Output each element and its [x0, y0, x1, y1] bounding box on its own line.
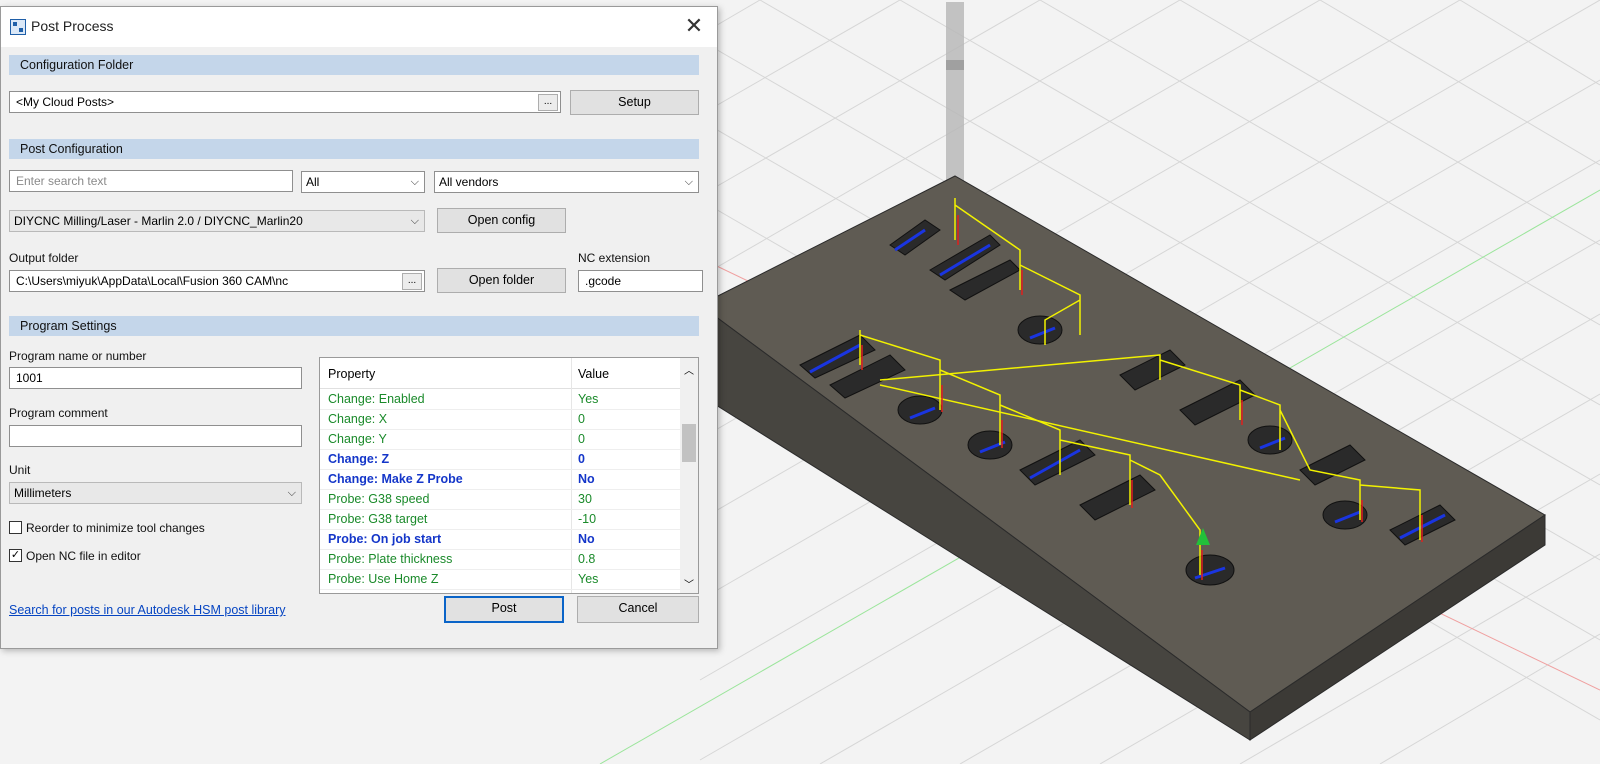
config-folder-browse-button[interactable]: ... [538, 94, 558, 111]
property-row[interactable]: Change: X 0 [320, 409, 680, 430]
nc-extension-field[interactable]: .gcode [578, 270, 703, 292]
app-icon [10, 19, 26, 35]
vendor-value: All vendors [439, 175, 499, 189]
program-settings-header: Program Settings [9, 316, 699, 336]
reorder-label: Reorder to minimize tool changes [26, 521, 205, 535]
scroll-thumb[interactable] [682, 424, 696, 462]
tool-shank [946, 2, 964, 187]
property-name: Probe: G38 speed [328, 492, 430, 506]
title-bar: Post Process ✕ [1, 7, 717, 47]
config-folder-field[interactable]: <My Cloud Posts> [9, 91, 561, 113]
program-name-field[interactable]: 1001 [9, 367, 302, 389]
scroll-down-icon[interactable]: ﹀ [680, 576, 698, 591]
chevron-down-icon: ⌵ [410, 176, 419, 188]
open-config-button[interactable]: Open config [437, 208, 566, 233]
open-folder-button[interactable]: Open folder [437, 268, 566, 293]
property-row[interactable]: Change: Make Z Probe No [320, 469, 680, 490]
property-name: Probe: Use Home Z [328, 572, 439, 586]
close-icon[interactable]: ✕ [679, 13, 709, 41]
property-value[interactable]: 0 [578, 432, 585, 446]
property-name: Probe: Plate thickness [328, 552, 453, 566]
chevron-down-icon: ⌵ [684, 176, 693, 188]
unit-select[interactable]: Millimeters ⌵ [9, 482, 302, 504]
reorder-checkbox[interactable] [9, 521, 22, 534]
post-library-link[interactable]: Search for posts in our Autodesk HSM pos… [9, 603, 286, 617]
property-value[interactable]: Yes [578, 572, 598, 586]
property-name: Probe: G38 target [328, 512, 428, 526]
property-value[interactable]: No [578, 472, 595, 486]
unit-value: Millimeters [14, 486, 72, 500]
program-name-label: Program name or number [9, 349, 147, 363]
post-filter-value: All [306, 175, 320, 189]
grid-scrollbar[interactable]: ︿ ﹀ [680, 358, 698, 593]
property-row[interactable]: Change: Z 0 [320, 449, 680, 470]
property-column-header: Property [328, 367, 376, 381]
property-row[interactable]: Change: Enabled Yes [320, 389, 680, 410]
property-row[interactable]: Probe: G38 speed 30 [320, 489, 680, 510]
open-nc-checkbox[interactable]: ✓ [9, 549, 22, 562]
post-button[interactable]: Post [444, 596, 564, 623]
property-value[interactable]: 30 [578, 492, 592, 506]
dialog-title: Post Process [31, 18, 114, 34]
post-filter-select[interactable]: All ⌵ [301, 171, 425, 193]
property-row[interactable]: Probe: On job start No [320, 529, 680, 550]
property-row[interactable]: Change: Y 0 [320, 429, 680, 450]
unit-label: Unit [9, 463, 31, 477]
output-folder-field[interactable]: C:\Users\miyuk\AppData\Local\Fusion 360 … [9, 270, 425, 292]
output-folder-browse-button[interactable]: ... [402, 273, 422, 290]
post-processor-select[interactable]: DIYCNC Milling/Laser - Marlin 2.0 / DIYC… [9, 210, 425, 232]
property-value[interactable]: -10 [578, 512, 596, 526]
nc-extension-label: NC extension [578, 251, 651, 265]
setup-button[interactable]: Setup [570, 90, 699, 115]
grid-header: Property Value [320, 358, 680, 389]
property-value[interactable]: 0 [578, 412, 585, 426]
open-nc-label: Open NC file in editor [26, 549, 141, 563]
property-value[interactable]: 0 [578, 452, 585, 466]
post-configuration-header: Post Configuration [9, 139, 699, 159]
configuration-folder-header: Configuration Folder [9, 55, 699, 75]
scroll-up-icon[interactable]: ︿ [680, 362, 698, 377]
property-row[interactable]: Probe: G38 target -10 [320, 509, 680, 530]
output-folder-label: Output folder [9, 251, 79, 265]
property-value[interactable]: Yes [578, 392, 598, 406]
program-comment-field[interactable] [9, 425, 302, 447]
post-process-dialog: Post Process ✕ Configuration Folder <My … [0, 6, 718, 649]
cancel-button[interactable]: Cancel [577, 596, 699, 623]
property-name: Probe: On job start [328, 532, 442, 546]
property-name: Change: Enabled [328, 392, 425, 406]
property-value[interactable]: 0.8 [578, 552, 595, 566]
chevron-down-icon: ⌵ [287, 487, 296, 499]
post-processor-value: DIYCNC Milling/Laser - Marlin 2.0 / DIYC… [14, 214, 303, 228]
property-name: Change: Y [328, 432, 387, 446]
post-properties-grid[interactable]: Property Value Change: Enabled Yes Change:… [319, 357, 699, 594]
property-name: Change: X [328, 412, 388, 426]
property-row[interactable]: Probe: Plate thickness 0.8 [320, 549, 680, 570]
post-search-input[interactable]: Enter search text [9, 170, 293, 192]
property-row[interactable]: Probe: Use Home Z Yes [320, 569, 680, 590]
property-name: Change: Make Z Probe [328, 472, 463, 486]
property-name: Change: Z [328, 452, 390, 466]
value-column-header: Value [578, 367, 610, 381]
program-comment-label: Program comment [9, 406, 108, 420]
property-value[interactable]: No [578, 532, 595, 546]
vendor-select[interactable]: All vendors ⌵ [434, 171, 699, 193]
chevron-down-icon: ⌵ [410, 215, 419, 227]
